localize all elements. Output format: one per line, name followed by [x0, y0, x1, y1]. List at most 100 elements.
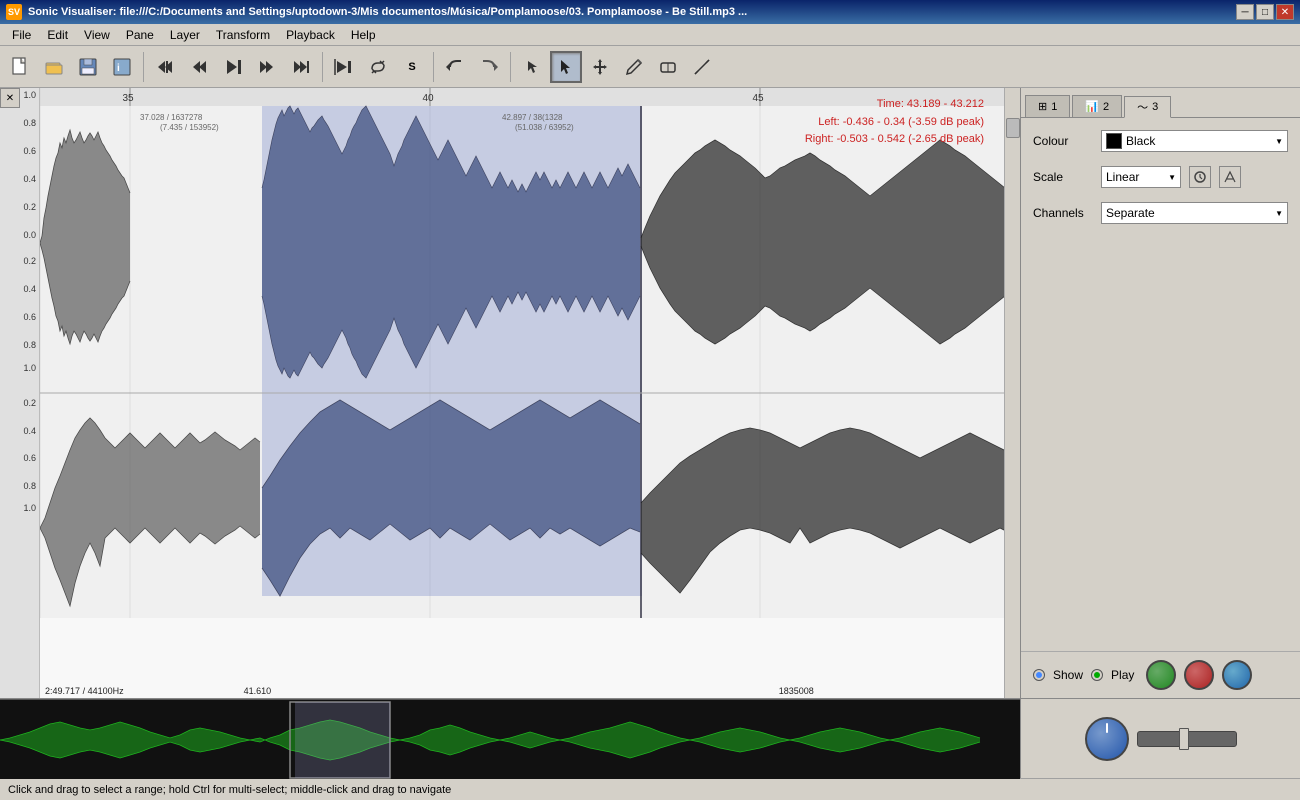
scale-dropdown-arrow: ▼ — [1168, 173, 1176, 182]
menu-playback[interactable]: Playback — [278, 26, 343, 44]
y-label-02b: 0.2 — [23, 256, 36, 266]
right-channel-info: Right: -0.503 - 0.542 (-2.65 dB peak) — [805, 131, 984, 149]
panel-tab-1[interactable]: ⊞ 1 — [1025, 95, 1070, 117]
svg-text:37.028 / 1637278: 37.028 / 1637278 — [140, 113, 203, 122]
play-pause-button[interactable] — [217, 51, 249, 83]
waveform-canvas[interactable]: Time: 43.189 - 43.212 Left: -0.436 - 0.3… — [40, 88, 1004, 698]
color-swatch-black — [1106, 133, 1122, 149]
channels-dropdown-arrow: ▼ — [1275, 209, 1283, 218]
svg-text:40: 40 — [422, 93, 434, 104]
panel-tab-2-label: 2 — [1103, 101, 1109, 113]
toolbar-sep-3 — [433, 52, 434, 82]
menu-pane[interactable]: Pane — [118, 26, 162, 44]
show-radio[interactable] — [1033, 669, 1045, 681]
scrollbar-thumb[interactable] — [1006, 118, 1020, 138]
toolbar-sep-1 — [143, 52, 144, 82]
volume-slider-thumb[interactable] — [1179, 728, 1189, 750]
left-channel-info: Left: -0.436 - 0.34 (-3.59 dB peak) — [805, 114, 984, 132]
panel-tab-3-icon: 〜 — [1137, 99, 1148, 115]
waveform-svg[interactable]: 35 40 45 — [40, 88, 1004, 698]
time-display: Time: 43.189 - 43.212 — [805, 96, 984, 114]
play-pan-knob[interactable] — [1184, 660, 1214, 690]
y-label-06: 0.6 — [23, 146, 36, 156]
bottom-time-info: 2:49.717 / 44100Hz 41.610 — [45, 686, 814, 696]
open-button[interactable] — [38, 51, 70, 83]
svg-text:45: 45 — [752, 93, 764, 104]
play-volume-knob[interactable] — [1146, 660, 1176, 690]
svg-text:42.897 / 38(1328: 42.897 / 38(1328 — [502, 113, 563, 122]
y-label-08c: 0.8 — [23, 481, 36, 491]
y-axis: 1.0 0.8 0.6 0.4 0.2 0.0 0.2 0.4 0.6 0.8 … — [0, 88, 40, 698]
loop-button[interactable] — [362, 51, 394, 83]
panel-tab-1-label: 1 — [1051, 101, 1057, 113]
panel-content: Colour Black ▼ Scale Linear ▼ — [1021, 118, 1300, 651]
play-radio[interactable] — [1091, 669, 1103, 681]
save-button[interactable] — [72, 51, 104, 83]
forward-end-button[interactable] — [285, 51, 317, 83]
erase-tool-button[interactable] — [652, 51, 684, 83]
panel-tab-2[interactable]: 📊 2 — [1072, 95, 1122, 117]
navigate-tool-button[interactable] — [516, 51, 548, 83]
y-label-02: 0.2 — [23, 202, 36, 212]
fast-forward-button[interactable] — [251, 51, 283, 83]
draw-tool-button[interactable] — [618, 51, 650, 83]
waveform-close-button[interactable]: ✕ — [0, 88, 20, 108]
redo-button[interactable] — [473, 51, 505, 83]
vertical-scrollbar[interactable] — [1004, 88, 1020, 698]
status-bar: Click and drag to select a range; hold C… — [0, 778, 1300, 800]
title-bar-controls: ─ □ ✕ — [1236, 4, 1294, 20]
rewind-start-button[interactable] — [149, 51, 181, 83]
solo-button[interactable]: S — [396, 51, 428, 83]
sample-count: 1835008 — [779, 686, 814, 696]
scale-row: Scale Linear ▼ — [1033, 166, 1288, 188]
select-tool-button[interactable] — [550, 51, 582, 83]
panel-tab-1-icon: ⊞ — [1038, 100, 1047, 113]
y-label-06b: 0.6 — [23, 312, 36, 322]
playhead-time: 2:49.717 — [45, 686, 80, 696]
scale-label: Scale — [1033, 170, 1093, 184]
scale-auto-button[interactable] — [1219, 166, 1241, 188]
menu-view[interactable]: View — [76, 26, 118, 44]
waveform-section: ✕ 1.0 0.8 0.6 0.4 0.2 0.0 0.2 0.4 0.6 0.… — [0, 88, 1020, 698]
import-button[interactable]: i — [106, 51, 138, 83]
overview-section — [0, 698, 1300, 778]
scale-value: Linear — [1106, 170, 1139, 184]
menu-file[interactable]: File — [4, 26, 39, 44]
minimize-button[interactable]: ─ — [1236, 4, 1254, 20]
channels-dropdown[interactable]: Separate ▼ — [1101, 202, 1288, 224]
menu-layer[interactable]: Layer — [162, 26, 208, 44]
panel-tabs: ⊞ 1 📊 2 〜 3 — [1021, 88, 1300, 118]
status-text: Click and drag to select a range; hold C… — [8, 784, 451, 796]
panel-tab-3[interactable]: 〜 3 — [1124, 96, 1171, 118]
scale-reset-button[interactable] — [1189, 166, 1211, 188]
y-label-06c: 0.6 — [23, 453, 36, 463]
speed-knob[interactable] — [1085, 717, 1129, 761]
overview-waveform[interactable] — [0, 699, 1020, 779]
new-button[interactable] — [4, 51, 36, 83]
y-label-bottom2: 1.0 — [23, 503, 36, 513]
play-selection-button[interactable] — [328, 51, 360, 83]
menu-edit[interactable]: Edit — [39, 26, 76, 44]
y-label-top: 1.0 — [23, 90, 36, 100]
undo-button[interactable] — [439, 51, 471, 83]
maximize-button[interactable]: □ — [1256, 4, 1274, 20]
y-label-04c: 0.4 — [23, 426, 36, 436]
y-label-02c: 0.2 — [23, 398, 36, 408]
close-button[interactable]: ✕ — [1276, 4, 1294, 20]
colour-row: Colour Black ▼ — [1033, 130, 1288, 152]
rewind-button[interactable] — [183, 51, 215, 83]
volume-slider[interactable] — [1137, 731, 1237, 747]
menu-transform[interactable]: Transform — [208, 26, 278, 44]
position-time: 41.610 — [244, 686, 272, 696]
menu-help[interactable]: Help — [343, 26, 384, 44]
play-extra-knob[interactable] — [1222, 660, 1252, 690]
colour-dropdown[interactable]: Black ▼ — [1101, 130, 1288, 152]
toolbar: i S — [0, 46, 1300, 88]
panel-bottom: Show Play — [1021, 651, 1300, 698]
channels-value: Separate — [1106, 206, 1275, 220]
scale-dropdown[interactable]: Linear ▼ — [1101, 166, 1181, 188]
measure-tool-button[interactable] — [686, 51, 718, 83]
move-tool-button[interactable] — [584, 51, 616, 83]
channels-label: Channels — [1033, 206, 1093, 220]
svg-text:(51.038 / 63952): (51.038 / 63952) — [515, 123, 574, 132]
